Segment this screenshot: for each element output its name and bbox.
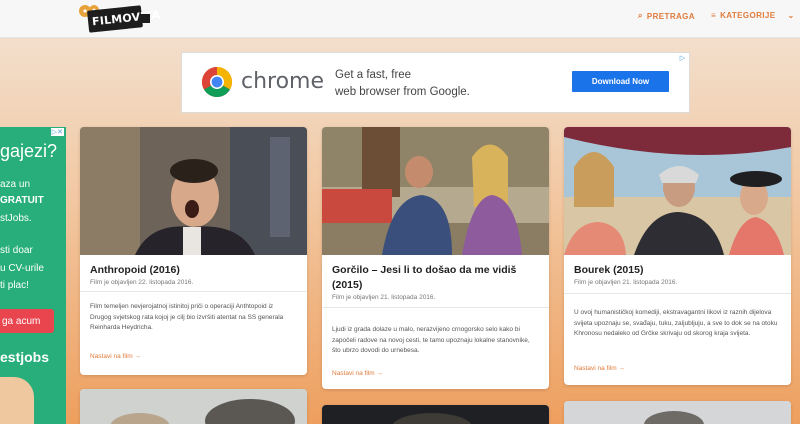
- side-ad-line-2: aza un: [0, 179, 31, 190]
- side-ad-button[interactable]: ga acum: [0, 309, 54, 333]
- read-more-link[interactable]: Nastavi na film →: [90, 353, 141, 360]
- side-ad-brand: estjobs: [0, 349, 50, 365]
- nav-search[interactable]: ⌕ PRETRAGA: [638, 11, 695, 21]
- post-card[interactable]: Gorčilo – Jesi li to došao da me vidiš (…: [322, 127, 549, 389]
- side-ad-line-4: stJobs.: [0, 213, 32, 224]
- site-logo[interactable]: FILMOVITA: [78, 2, 161, 33]
- post-card[interactable]: [322, 405, 549, 424]
- download-now-button[interactable]: Download Now: [572, 71, 669, 92]
- post-excerpt: Ljudi iz grada dolaze u malo, nerazvijen…: [332, 326, 530, 354]
- menu-icon: ≡: [711, 11, 717, 20]
- post-date: Film je objavljen 21. listopada 2016.: [574, 279, 678, 286]
- camera-icon: [140, 14, 150, 23]
- divider: [322, 307, 549, 308]
- side-ad-line-7: ti plac!: [0, 280, 29, 291]
- search-icon: ⌕: [638, 11, 643, 20]
- side-ad-person-image: [0, 377, 34, 424]
- ad-line-1: Get a fast, free: [335, 69, 412, 81]
- post-excerpt: Film temeljen nevjerojatnoj istinitoj pr…: [90, 303, 284, 331]
- post-thumbnail[interactable]: [322, 405, 549, 424]
- side-ad[interactable]: ▷✕ gajezi? aza un GRATUIT stJobs. sti do…: [0, 127, 66, 424]
- ad-info-icon[interactable]: ▷: [678, 54, 687, 63]
- read-more-link[interactable]: Nastavi na film →: [574, 365, 625, 372]
- post-card[interactable]: [80, 389, 307, 424]
- ad-info-icon[interactable]: ▷✕: [50, 128, 64, 136]
- side-ad-line-5: sti doar: [0, 245, 33, 256]
- side-ad-line-6: u CV-urile: [0, 263, 44, 274]
- nav-search-label: PRETRAGA: [646, 11, 695, 21]
- read-more-link[interactable]: Nastavi na film →: [332, 370, 383, 377]
- post-thumbnail[interactable]: [564, 401, 791, 424]
- divider: [564, 293, 791, 294]
- nav-categories-label: KATEGORIJE: [720, 11, 776, 20]
- post-card[interactable]: [564, 401, 791, 424]
- ad-line-2: web browser from Google.: [335, 86, 470, 98]
- post-thumbnail[interactable]: [80, 389, 307, 424]
- side-ad-line-3: GRATUIT: [0, 195, 44, 206]
- divider: [80, 291, 307, 292]
- site-header: FILMOVITA ⌕ PRETRAGA ≡ KATEGORIJE ⌄: [0, 0, 800, 38]
- post-thumbnail[interactable]: [80, 127, 307, 255]
- ad-copy: Get a fast, free web browser from Google…: [335, 67, 470, 101]
- logo-text: FILMOVITA: [86, 5, 161, 33]
- post-thumbnail[interactable]: [564, 127, 791, 255]
- chevron-down-icon: ⌄: [787, 11, 795, 20]
- side-ad-line-1: gajezi?: [0, 141, 58, 161]
- post-date: Film je objavljen 22. listopada 2016.: [90, 279, 194, 286]
- post-card[interactable]: Bourek (2015) Film je objavljen 21. list…: [564, 127, 791, 385]
- ad-brand: chrome: [241, 69, 325, 94]
- post-title[interactable]: Anthropoid (2016): [90, 263, 295, 278]
- post-thumbnail[interactable]: [322, 127, 549, 255]
- post-date: Film je objavljen 21. listopada 2016.: [332, 294, 436, 301]
- post-title[interactable]: Gorčilo – Jesi li to došao da me vidiš (…: [332, 263, 537, 293]
- post-title[interactable]: Bourek (2015): [574, 263, 779, 278]
- chrome-logo-icon: [201, 67, 233, 98]
- post-card[interactable]: Anthropoid (2016) Film je objavljen 22. …: [80, 127, 307, 375]
- ad-banner[interactable]: ▷ chrome Get a fast, free web browser fr…: [181, 52, 690, 113]
- nav-categories[interactable]: ≡ KATEGORIJE ⌄: [711, 11, 795, 20]
- post-excerpt: U ovoj humanističkoj komediji, ekstravag…: [574, 309, 778, 337]
